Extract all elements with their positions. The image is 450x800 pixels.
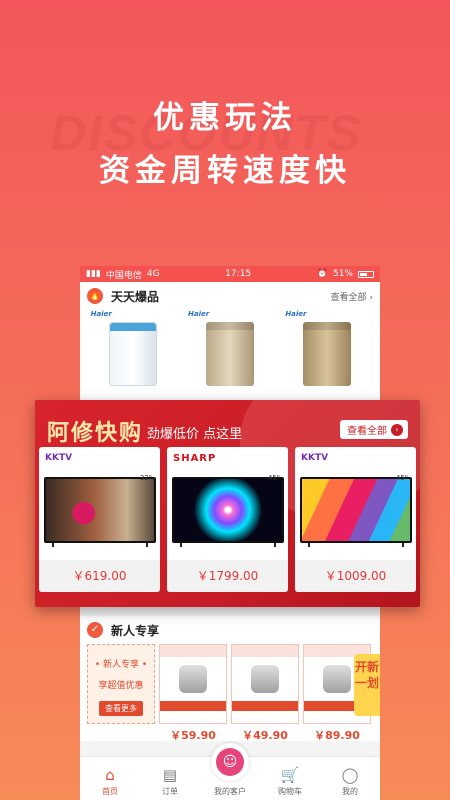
status-bar: ▮▮▮ 中国电信 4G 17:15 ⏰ 51% xyxy=(80,266,380,282)
tv-image xyxy=(299,477,412,543)
new-user-section: ✓ 新人专享 • 新人专享 • 享超值优惠 查看更多 ￥59.90 ￥49.90… xyxy=(80,616,380,742)
washer-image xyxy=(303,322,352,386)
brand-logo: SHARP xyxy=(173,453,217,464)
product-price: ￥1799.00 xyxy=(167,560,288,592)
new-user-icon: ✓ xyxy=(87,622,103,638)
appliance-image xyxy=(179,665,207,693)
brand-logo: KKTV xyxy=(45,453,73,463)
tab-home[interactable]: ⌂ 首页 xyxy=(80,757,140,800)
tab-label: 首页 xyxy=(102,787,118,796)
chevron-right-icon: › xyxy=(391,423,403,436)
open-tag[interactable]: 开新一划 xyxy=(354,654,380,716)
tab-bar: ⌂ 首页 ▤ 订单 ☺ 我的客户 🛒 购物车 ◯ 我的 xyxy=(80,743,380,800)
washer-image xyxy=(108,322,157,386)
washer-image xyxy=(205,322,254,386)
hot-product-3[interactable]: Haier xyxy=(283,310,371,390)
tv-size: 32" xyxy=(139,474,152,482)
signal-icon: ▮▮▮ xyxy=(86,269,101,279)
hot-products-section: 🔥 天天爆品 查看全部 › Haier Haier Haier xyxy=(80,282,380,402)
promo-more-button[interactable]: 查看全部 › xyxy=(340,420,408,439)
product-price: ￥619.00 xyxy=(39,560,160,592)
tab-cart[interactable]: 🛒 购物车 xyxy=(260,757,320,800)
promo-title: 阿修快购 xyxy=(47,421,144,446)
product-price: ￥49.90 xyxy=(242,729,288,742)
view-more-button[interactable]: 查看更多 xyxy=(99,701,143,716)
new-user-title: 新人专享 xyxy=(111,623,160,638)
tv-size: 45" xyxy=(267,474,280,482)
tv-product-2[interactable]: SHARP 45" ￥1799.00 xyxy=(167,447,288,592)
alarm-icon: ⏰ xyxy=(316,269,328,279)
battery-percent: 51% xyxy=(332,269,353,279)
tv-image xyxy=(171,477,284,543)
hero-subtitle: 资金周转速度快 xyxy=(99,153,351,189)
home-icon: ⌂ xyxy=(105,766,115,784)
flash-sale-card: 阿修快购 劲爆低价 点这里 查看全部 › KKTV 32" ￥619.00 SHA… xyxy=(35,400,420,607)
fire-icon: 🔥 xyxy=(87,288,103,304)
tab-label: 订单 xyxy=(162,787,178,796)
new-user-product-1[interactable] xyxy=(159,644,227,724)
customer-icon: ☺ xyxy=(216,748,244,776)
brand-logo: Haier xyxy=(285,310,307,318)
new-user-banner-title: • 新人专享 • xyxy=(94,660,148,670)
network: 4G xyxy=(146,269,160,279)
promo-subtitle[interactable]: 劲爆低价 点这里 xyxy=(147,423,242,442)
product-price: ￥59.90 xyxy=(170,729,216,742)
hot-product-1[interactable]: Haier xyxy=(89,310,177,390)
tv-image xyxy=(43,477,156,543)
battery-icon xyxy=(358,270,374,278)
tab-profile[interactable]: ◯ 我的 xyxy=(320,757,380,800)
brand-logo: Haier xyxy=(187,310,210,318)
hot-more-link[interactable]: 查看全部 › xyxy=(331,290,373,303)
appliance-image xyxy=(251,665,279,693)
new-user-banner[interactable]: • 新人专享 • 享超值优惠 查看更多 xyxy=(87,644,155,724)
tv-size: 45" xyxy=(395,474,408,482)
tab-customers[interactable]: ☺ 我的客户 xyxy=(200,743,260,800)
profile-icon: ◯ xyxy=(341,766,359,784)
tv-product-1[interactable]: KKTV 32" ￥619.00 xyxy=(39,447,160,592)
order-icon: ▤ xyxy=(162,766,178,784)
carrier: 中国电信 xyxy=(105,270,142,281)
hot-title: 天天爆品 xyxy=(111,289,160,304)
customer-button[interactable]: ☺ xyxy=(211,743,249,781)
tab-label: 我的 xyxy=(342,787,358,796)
new-user-product-2[interactable] xyxy=(231,644,299,724)
tab-label: 购物车 xyxy=(278,787,302,796)
clock: 17:15 xyxy=(225,269,252,279)
tab-label: 我的客户 xyxy=(214,787,246,796)
brand-logo: Haier xyxy=(90,310,112,318)
cart-icon: 🛒 xyxy=(280,766,300,784)
tv-product-3[interactable]: KKTV 45" ￥1009.00 xyxy=(295,447,416,592)
appliance-image xyxy=(323,665,351,693)
tab-orders[interactable]: ▤ 订单 xyxy=(140,757,200,800)
product-price: ￥89.90 xyxy=(314,729,360,742)
product-price: ￥1009.00 xyxy=(295,560,416,592)
hero-title: 优惠玩法 xyxy=(153,100,297,136)
new-user-banner-sub: 享超值优惠 xyxy=(98,681,144,691)
brand-logo: KKTV xyxy=(301,453,329,463)
hot-product-2[interactable]: Haier xyxy=(186,310,274,390)
